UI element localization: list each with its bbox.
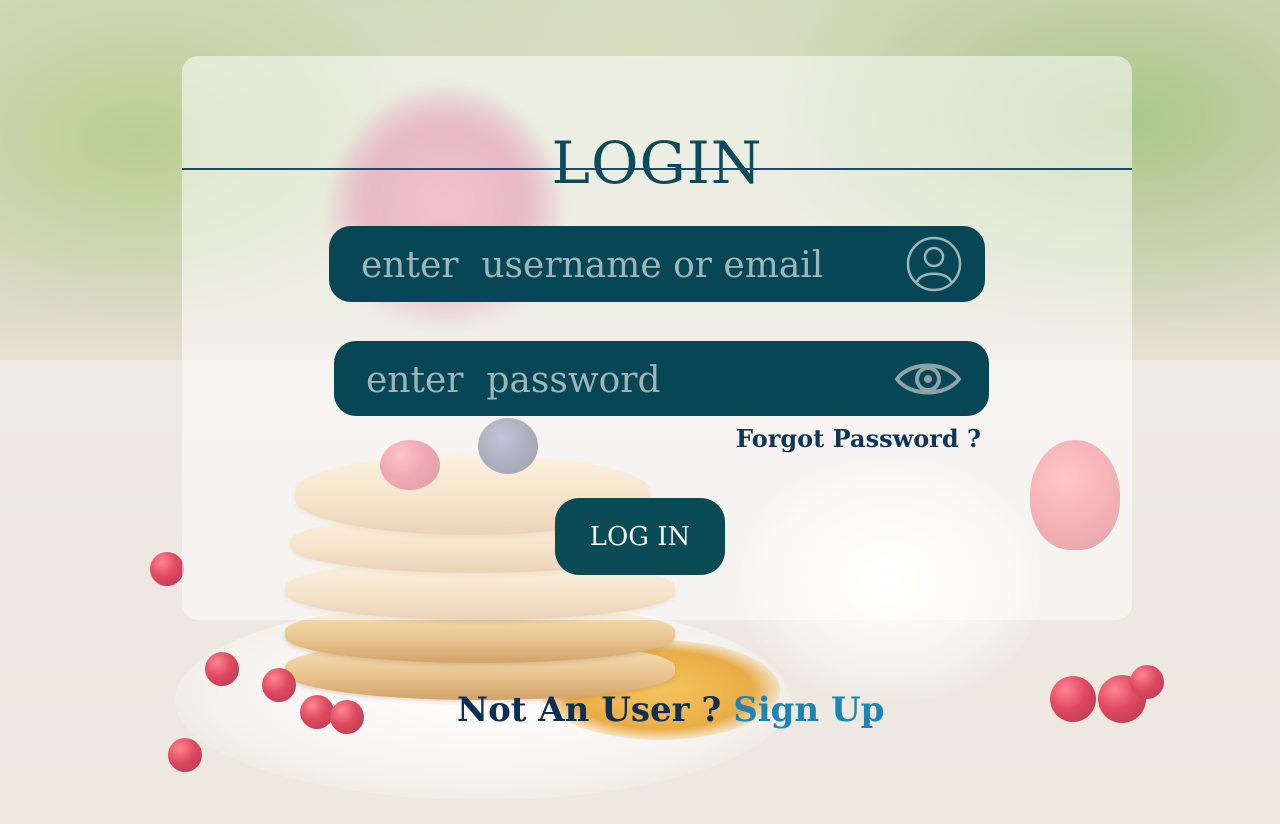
password-input[interactable]: [364, 341, 888, 419]
login-button[interactable]: LOG IN: [555, 498, 725, 575]
forgot-password-link[interactable]: Forgot Password ?: [736, 424, 981, 453]
username-input[interactable]: [359, 226, 883, 304]
signup-prompt: Not An User ?: [457, 690, 722, 730]
eye-icon[interactable]: [892, 341, 964, 416]
login-title: LOGIN: [551, 129, 763, 197]
password-field[interactable]: [334, 341, 989, 419]
title-divider: [182, 168, 1132, 170]
signup-row: Not An User ? Sign Up: [457, 690, 884, 730]
username-field[interactable]: [329, 226, 985, 304]
user-circle-icon: [903, 226, 965, 302]
signup-link[interactable]: Sign Up: [733, 690, 884, 730]
